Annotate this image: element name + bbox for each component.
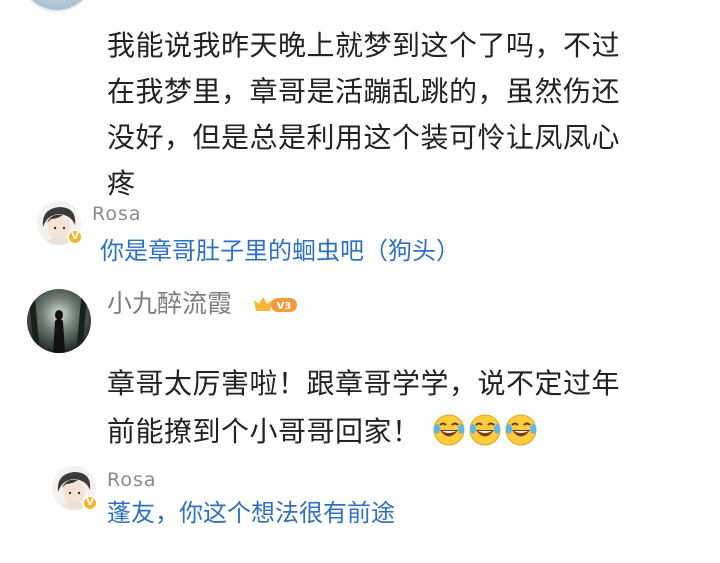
comment-line: 疼: [107, 167, 136, 200]
comment-line: 前能撩到个小哥哥回家！: [107, 415, 421, 448]
commenter-avatar[interactable]: [22, 0, 92, 12]
comment-line: 在我梦里，章哥是活蹦乱跳的，虽然伤还: [107, 75, 621, 108]
comment-line: 章哥太厉害啦！跟章哥学学，说不定过年: [107, 367, 621, 400]
reply-text: 你是章哥肚子里的蛔虫吧（狗头）: [100, 237, 460, 265]
laugh-cry-emoji: [505, 414, 537, 446]
comment-line: 没好，但是总是利用这个装可怜让凤凤心: [107, 121, 621, 154]
reply-text: 蓬友，你这个想法很有前途: [107, 499, 395, 527]
commenter-name[interactable]: 小九醉流霞: [107, 288, 232, 320]
emoji-group: [430, 414, 538, 448]
verified-badge: V: [67, 229, 83, 245]
comment-thread: 我能说我昨天晚上就梦到这个了吗，不过 在我梦里，章哥是活蹦乱跳的，虽然伤还 没好…: [0, 0, 720, 563]
laugh-cry-emoji: [469, 414, 501, 446]
comment-line-with-emojis: 前能撩到个小哥哥回家！: [107, 409, 538, 455]
reply-author-name[interactable]: Rosa: [107, 469, 157, 491]
laugh-cry-emoji: [433, 414, 465, 446]
xiaojiu-avatar[interactable]: [27, 289, 91, 353]
comment-line: 我能说我昨天晚上就梦到这个了吗，不过: [107, 29, 621, 62]
vip-level-badge: V3: [252, 294, 298, 314]
verified-badge: V: [82, 495, 98, 511]
level-label: V3: [277, 301, 292, 312]
reply-author-name[interactable]: Rosa: [92, 203, 142, 225]
